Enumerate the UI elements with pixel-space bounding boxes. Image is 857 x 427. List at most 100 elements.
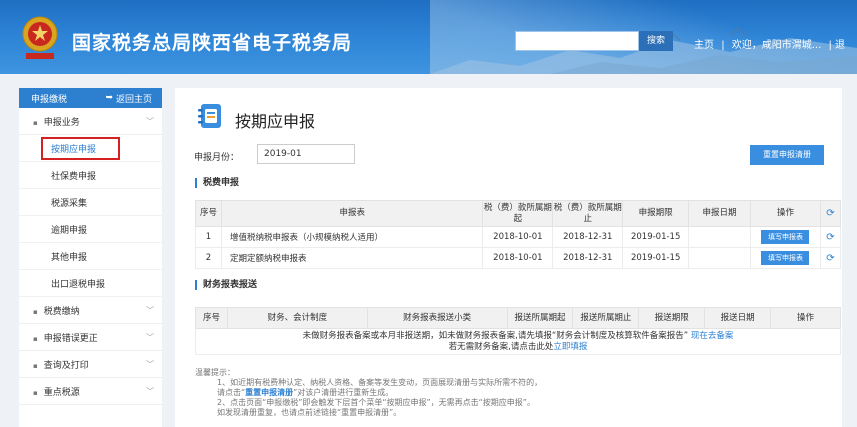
sidebar-group-label: 查询及打印 xyxy=(33,358,89,371)
table-row: 1 增值税纳税申报表（小规模纳税人适用） 2018-10-01 2018-12-… xyxy=(195,226,842,248)
col-header: 序号 xyxy=(195,200,222,227)
reset-list-button[interactable]: 重置申报清册 xyxy=(750,145,824,165)
row-number: 1 xyxy=(195,226,222,248)
sidebar-item-overdue[interactable]: 逾期申报 xyxy=(19,216,162,243)
table-header-row: 序号 财务、会计制度 财务报表报送小类 报送所属期起 报送所属期止 报送期限 报… xyxy=(195,307,841,329)
col-header: 报送所属期起 xyxy=(506,307,574,329)
sidebar-group-payment[interactable]: 税费缴纳 ﹀ xyxy=(19,297,162,324)
go-record-link[interactable]: 现在去备案 xyxy=(691,331,734,341)
sidebar-group-query-print[interactable]: 查询及打印 ﹀ xyxy=(19,351,162,378)
period-end: 2018-12-31 xyxy=(552,247,624,269)
sidebar-group-label: 重点税源 xyxy=(33,385,80,398)
period-start: 2018-10-01 xyxy=(482,247,554,269)
section-title-tax: 税费申报 xyxy=(195,178,239,188)
sidebar-heading: 申报缴税 xyxy=(31,94,68,105)
fill-form-button[interactable]: 填写申报表 xyxy=(761,230,810,244)
col-header: 申报表 xyxy=(220,200,484,227)
sidebar-item-periodic-declaration[interactable]: 按期应申报 xyxy=(19,135,162,162)
sidebar-item-label: 出口退税申报 xyxy=(51,279,106,290)
chevron-down-icon: ﹀ xyxy=(146,386,154,396)
back-arrow-icon: ➥ xyxy=(105,93,113,103)
action-cell: 填写申报表 xyxy=(750,226,821,248)
col-header: 操作 xyxy=(770,307,841,329)
logout-link[interactable]: | 退 xyxy=(828,40,845,51)
empty-notice: 未做财务报表备案或本月非报送期，如未做财务报表备案,请先填报“财务会计制度及核算… xyxy=(195,328,841,355)
sidebar-item-tax-source[interactable]: 税源采集 xyxy=(19,189,162,216)
sidebar-item-label: 按期应申报 xyxy=(41,136,121,160)
col-header: 财务报表报送小类 xyxy=(366,307,508,329)
deadline: 2019-01-15 xyxy=(622,226,690,248)
section-title-financial: 财务报表报送 xyxy=(195,280,257,290)
fill-now-link[interactable]: 立即填报 xyxy=(553,342,587,352)
financial-report-table: 序号 财务、会计制度 财务报表报送小类 报送所属期起 报送所属期止 报送期限 报… xyxy=(195,307,841,355)
sidebar-item-export-refund[interactable]: 出口退税申报 xyxy=(19,270,162,297)
period-start: 2018-10-01 xyxy=(482,226,554,248)
tips-line: 请点击“重置申报清册”对该户清册进行重新生成。 xyxy=(195,388,542,398)
col-header: 序号 xyxy=(195,307,228,329)
form-name: 增值税纳税申报表（小规模纳税人适用） xyxy=(220,226,484,248)
col-header: 报送所属期止 xyxy=(572,307,640,329)
fill-form-button[interactable]: 填写申报表 xyxy=(761,251,810,265)
sidebar-item-label: 社保费申报 xyxy=(51,171,97,182)
link-separator: | xyxy=(721,40,725,51)
tax-emblem-icon xyxy=(20,14,60,62)
sidebar-item-other[interactable]: 其他申报 xyxy=(19,243,162,270)
notice-text: 未做财务报表备案或本月非报送期，如未做财务报表备案,请先填报“财务会计制度及核算… xyxy=(302,330,689,341)
declare-date xyxy=(688,226,751,248)
month-label: 申报月份： xyxy=(194,153,240,163)
welcome-user-link[interactable]: 欢迎，咸阳市渭城... xyxy=(732,40,822,51)
col-header: 税（费）款所属期止 xyxy=(552,200,624,227)
sidebar: 申报缴税 ➥ 返回主页 申报业务 ﹀ 按期应申报 社保费申报 税源采集 逾期申报… xyxy=(19,88,162,427)
sidebar-group-label: 申报业务 xyxy=(33,115,80,128)
col-header: 报送期限 xyxy=(638,307,706,329)
sidebar-group-correction[interactable]: 申报错误更正 ﹀ xyxy=(19,324,162,351)
tips-text: 请点击“ xyxy=(217,388,246,397)
site-header: 国家税务总局陕西省电子税务局 搜索 主页 | 欢迎，咸阳市渭城... | 退 xyxy=(0,0,857,74)
sidebar-item-label: 其他申报 xyxy=(51,252,88,263)
tips-line: 如发现清册重复，也请点前述链接“重置申报清册”。 xyxy=(217,408,402,417)
tips-line: 2、点击页面“申报缴税”即会触发下层首个菜单“按期应申报”，无需再点击“按期应申… xyxy=(217,398,535,407)
row-number: 2 xyxy=(195,247,222,269)
sidebar-item-label: 税源采集 xyxy=(51,198,88,209)
sidebar-group-key-source[interactable]: 重点税源 ﹀ xyxy=(19,378,162,405)
period-end: 2018-12-31 xyxy=(552,226,624,248)
reset-list-link[interactable]: 重置申报清册 xyxy=(245,388,293,397)
main-panel: 按期应申报 申报月份： 2019-01 重置申报清册 税费申报 序号 申报表 税… xyxy=(175,88,842,427)
home-link[interactable]: 主页 xyxy=(694,40,714,51)
refresh-all-icon[interactable]: ⟳ xyxy=(819,200,842,227)
back-home-link[interactable]: ➥ 返回主页 xyxy=(105,92,152,105)
table-header-row: 序号 申报表 税（费）款所属期起 税（费）款所属期止 申报期限 申报日期 操作 … xyxy=(195,200,842,227)
tips-line: 1、如近期有税费种认定、纳税人资格、备案等发生变动，页面展现清册与实际所需不符的… xyxy=(217,378,543,387)
site-title: 国家税务总局陕西省电子税务局 xyxy=(72,32,353,54)
table-row: 2 定期定额纳税申报表 2018-10-01 2018-12-31 2019-0… xyxy=(195,247,842,269)
refresh-icon[interactable]: ⟳ xyxy=(819,247,842,269)
tax-declaration-table: 序号 申报表 税（费）款所属期起 税（费）款所属期止 申报期限 申报日期 操作 … xyxy=(195,200,842,269)
page-title: 按期应申报 xyxy=(235,112,316,131)
chevron-down-icon: ﹀ xyxy=(146,305,154,315)
col-header: 申报期限 xyxy=(622,200,690,227)
search-input[interactable] xyxy=(515,31,639,51)
search-button[interactable]: 搜索 xyxy=(639,31,673,51)
sidebar-item-social-security[interactable]: 社保费申报 xyxy=(19,162,162,189)
chevron-down-icon: ﹀ xyxy=(146,359,154,369)
notebook-icon xyxy=(197,102,223,130)
refresh-icon[interactable]: ⟳ xyxy=(819,226,842,248)
chevron-down-icon: ﹀ xyxy=(146,116,154,126)
tips-label: 温馨提示： xyxy=(195,368,235,377)
sidebar-group-label: 税费缴纳 xyxy=(33,304,80,317)
deadline: 2019-01-15 xyxy=(622,247,690,269)
tips-text: ”对该户清册进行重新生成。 xyxy=(293,388,394,397)
chevron-down-icon: ﹀ xyxy=(146,332,154,342)
col-header: 申报日期 xyxy=(688,200,751,227)
tips-block: 温馨提示： 1、如近期有税费种认定、纳税人资格、备案等发生变动，页面展现清册与实… xyxy=(195,368,542,418)
sidebar-group-label: 申报错误更正 xyxy=(33,331,98,344)
col-header: 财务、会计制度 xyxy=(226,307,368,329)
form-name: 定期定额纳税申报表 xyxy=(220,247,484,269)
table-row: 未做财务报表备案或本月非报送期，如未做财务报表备案,请先填报“财务会计制度及核算… xyxy=(195,328,841,355)
top-links: 主页 | 欢迎，咸阳市渭城... | 退 xyxy=(694,36,849,51)
sidebar-group-declaration[interactable]: 申报业务 ﹀ xyxy=(19,108,162,135)
action-cell: 填写申报表 xyxy=(750,247,821,269)
col-header: 报送日期 xyxy=(704,307,772,329)
declare-date xyxy=(688,247,751,269)
month-input[interactable]: 2019-01 xyxy=(257,144,355,164)
